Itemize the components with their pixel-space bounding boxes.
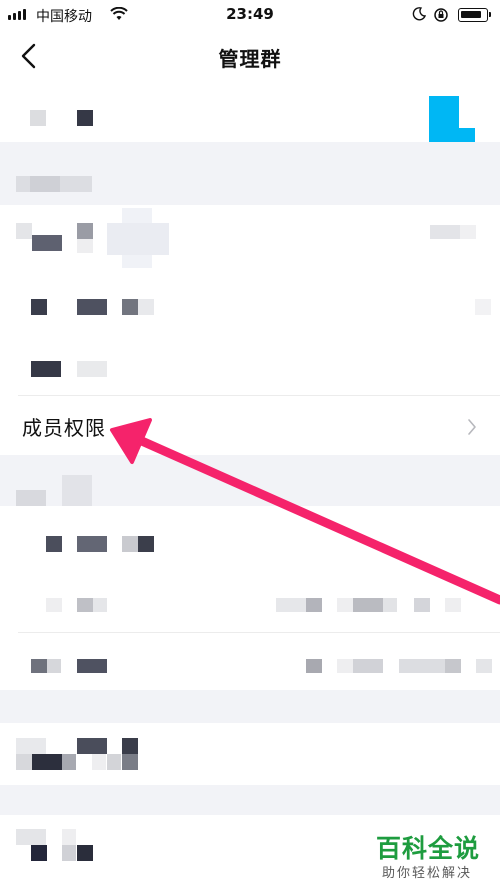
list-item[interactable] bbox=[0, 331, 500, 395]
list-item[interactable] bbox=[0, 267, 500, 331]
status-bar: 中国移动 23:49 bbox=[0, 0, 500, 30]
moon-icon bbox=[412, 7, 426, 21]
list-item[interactable] bbox=[0, 506, 500, 572]
list-item[interactable] bbox=[0, 572, 500, 632]
list-item[interactable] bbox=[0, 723, 500, 785]
page-title: 管理群 bbox=[218, 47, 282, 71]
member-permissions-label: 成员权限 bbox=[22, 416, 106, 440]
settings-section-2 bbox=[0, 506, 500, 690]
nav-bar: 管理群 bbox=[0, 30, 500, 88]
battery-icon bbox=[458, 8, 491, 22]
watermark: 百科全说 助你轻松解决 bbox=[368, 829, 494, 885]
rotation-lock-icon bbox=[434, 8, 448, 22]
section-header bbox=[16, 490, 46, 506]
group-info-row[interactable] bbox=[0, 88, 500, 142]
watermark-subtitle: 助你轻松解决 bbox=[382, 866, 473, 881]
chevron-right-icon bbox=[468, 419, 476, 435]
list-item[interactable] bbox=[0, 205, 500, 268]
watermark-title: 百科全说 bbox=[376, 834, 481, 863]
list-item[interactable] bbox=[0, 633, 500, 690]
